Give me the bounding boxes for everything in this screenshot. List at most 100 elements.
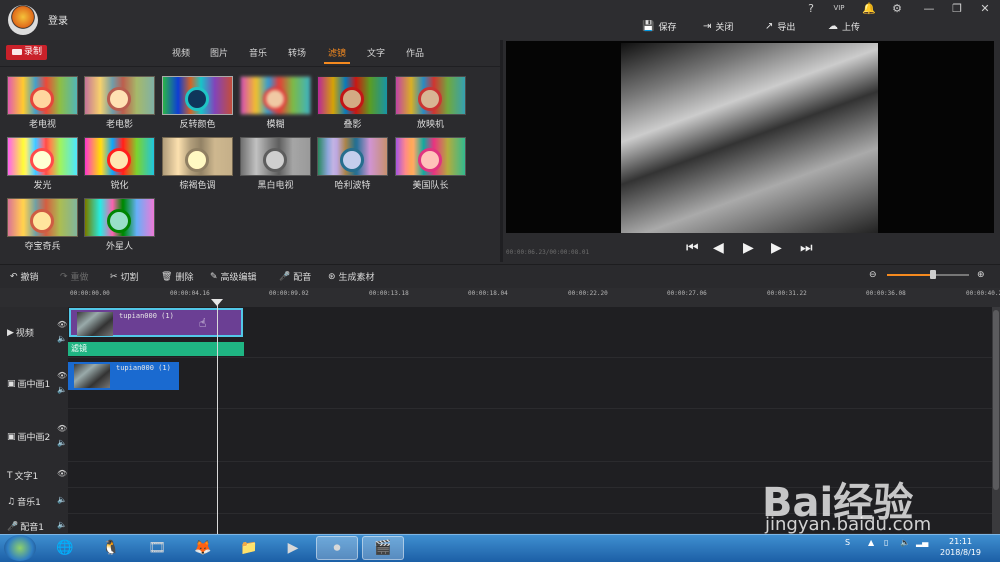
zoom-slider-knob[interactable] bbox=[929, 270, 936, 279]
filter-thumb[interactable] bbox=[395, 137, 466, 176]
tab-filter[interactable]: 滤镜 bbox=[323, 46, 351, 64]
ruler-tick: 00:00:27.06 bbox=[667, 290, 707, 297]
filter-thumb[interactable] bbox=[317, 76, 388, 115]
taskbar-browser-icon[interactable]: 🌐 bbox=[44, 536, 86, 560]
track-name: 配音1 bbox=[20, 523, 44, 533]
skip-back-icon[interactable]: ⏮ bbox=[686, 240, 699, 256]
minimize-icon[interactable]: — bbox=[920, 2, 938, 15]
cut-button[interactable]: ✂ 切割 bbox=[110, 270, 139, 284]
filter-thumb[interactable] bbox=[240, 137, 311, 176]
export-label: 导出 bbox=[777, 22, 796, 33]
filter-thumb[interactable] bbox=[7, 76, 78, 115]
track-label-text1: T 文字1 bbox=[7, 469, 38, 483]
clip-thumbnail bbox=[77, 312, 113, 336]
taskbar-qq-icon[interactable]: 🐧 bbox=[90, 536, 132, 560]
taskbar-firefox-icon[interactable]: 🦊 bbox=[182, 536, 224, 560]
help-icon[interactable]: ? bbox=[802, 2, 820, 15]
pip-clip[interactable]: tupian000 (1) bbox=[68, 362, 179, 390]
start-button[interactable] bbox=[4, 535, 36, 561]
taskbar-folder-icon[interactable]: 📁 bbox=[228, 536, 270, 560]
filter-thumb[interactable] bbox=[84, 198, 155, 237]
eye-icon[interactable]: 👁 bbox=[57, 320, 67, 329]
taskbar-record-icon[interactable]: ⏺ bbox=[316, 536, 358, 560]
filter-label: 夺宝奇兵 bbox=[24, 242, 61, 252]
eye-icon[interactable]: 👁 bbox=[57, 424, 67, 433]
tab-transition[interactable]: 转场 bbox=[288, 46, 306, 59]
advanced-edit-button[interactable]: ✎ 高级编辑 bbox=[210, 270, 257, 284]
play-icon[interactable]: ▶ bbox=[743, 240, 754, 256]
zoom-in-icon[interactable]: ⊕ bbox=[977, 270, 985, 280]
skip-forward-icon[interactable]: ⏭ bbox=[800, 240, 813, 256]
tray-input-icon[interactable]: S bbox=[845, 538, 850, 547]
delete-button[interactable]: 🗑 删除 bbox=[161, 270, 193, 284]
scrollbar-thumb[interactable] bbox=[993, 310, 999, 490]
ruler-tick: 00:00:40.24 bbox=[966, 290, 1000, 297]
upload-button[interactable]: ☁ 上传 bbox=[828, 18, 860, 34]
exit-label: 关闭 bbox=[715, 22, 734, 33]
speaker-icon[interactable]: 🔈 bbox=[57, 520, 67, 529]
pencil-icon: ✎ bbox=[210, 271, 218, 282]
tab-image[interactable]: 图片 bbox=[210, 46, 228, 59]
filter-label: 模糊 bbox=[266, 120, 285, 130]
filter-thumb[interactable] bbox=[395, 76, 466, 115]
filter-label: 反转颜色 bbox=[179, 120, 216, 130]
tray-signal-icon[interactable]: ▂▄ bbox=[916, 538, 928, 547]
record-button[interactable]: 录制 bbox=[6, 45, 47, 60]
taskbar-media-icon[interactable]: 🎞 bbox=[136, 536, 178, 560]
filter-thumb[interactable] bbox=[7, 198, 78, 237]
ruler-tick: 00:00:00.00 bbox=[70, 290, 110, 297]
track-pip2[interactable] bbox=[68, 409, 992, 462]
exit-button[interactable]: ⇥ 关闭 bbox=[703, 18, 733, 34]
redo-button[interactable]: ↷ 重做 bbox=[60, 270, 89, 284]
advanced-edit-label: 高级编辑 bbox=[220, 273, 257, 283]
undo-button[interactable]: ↶ 撤销 bbox=[10, 270, 39, 284]
speaker-icon[interactable]: 🔈 bbox=[57, 334, 67, 343]
close-icon[interactable]: ✕ bbox=[976, 2, 994, 15]
bell-icon[interactable]: 🔔 bbox=[860, 2, 878, 15]
dub-button[interactable]: 🎤 配音 bbox=[279, 270, 312, 284]
zoom-out-icon[interactable]: ⊖ bbox=[869, 270, 877, 280]
speaker-icon[interactable]: 🔈 bbox=[57, 438, 67, 447]
speaker-icon[interactable]: 🔈 bbox=[57, 385, 67, 394]
tray-volume-icon[interactable]: 🔈 bbox=[900, 538, 910, 547]
playhead-line[interactable] bbox=[217, 300, 218, 534]
vip-icon[interactable]: VIP bbox=[830, 4, 848, 12]
tab-music[interactable]: 音乐 bbox=[249, 46, 267, 59]
filter-thumb[interactable] bbox=[84, 137, 155, 176]
filter-label: 棕褐色调 bbox=[179, 181, 216, 191]
generate-button[interactable]: ⊛ 生成素材 bbox=[328, 270, 375, 284]
watermark-url: jingyan.baidu.com bbox=[765, 514, 932, 535]
preview-timecode: 00:00:06.23/00:00:08.01 bbox=[506, 249, 590, 256]
save-button[interactable]: 💾 保存 bbox=[642, 18, 676, 34]
save-label: 保存 bbox=[658, 22, 677, 33]
filter-thumb[interactable] bbox=[84, 76, 155, 115]
panel-splitter[interactable] bbox=[500, 40, 503, 262]
track-pip1[interactable] bbox=[68, 358, 992, 409]
tab-works[interactable]: 作品 bbox=[406, 46, 424, 59]
tray-expand-icon[interactable]: ▲ bbox=[868, 538, 874, 547]
eye-icon[interactable]: 👁 bbox=[57, 371, 67, 380]
upload-icon: ☁ bbox=[828, 20, 838, 32]
playhead-handle[interactable] bbox=[211, 299, 223, 306]
filter-label: 哈利波特 bbox=[334, 181, 371, 191]
step-back-icon[interactable]: ◀ bbox=[713, 240, 724, 256]
gear-icon[interactable]: ⚙ bbox=[888, 2, 906, 15]
filter-thumb[interactable] bbox=[162, 76, 233, 115]
eye-icon[interactable]: 👁 bbox=[57, 469, 67, 478]
taskbar-clock[interactable]: 21:11 2018/8/19 bbox=[940, 536, 981, 558]
filter-thumb[interactable] bbox=[162, 137, 233, 176]
export-button[interactable]: ↗ 导出 bbox=[765, 18, 795, 34]
tab-video[interactable]: 视频 bbox=[172, 46, 190, 59]
tab-text[interactable]: 文字 bbox=[367, 46, 385, 59]
filter-thumb[interactable] bbox=[240, 76, 311, 115]
step-forward-icon[interactable]: ▶ bbox=[771, 240, 782, 256]
filter-thumb[interactable] bbox=[317, 137, 388, 176]
speaker-icon[interactable]: 🔈 bbox=[57, 495, 67, 504]
login-link[interactable]: 登录 bbox=[48, 12, 68, 27]
tray-network-icon[interactable]: ▯ bbox=[884, 538, 888, 547]
dub-label: 配音 bbox=[293, 273, 312, 283]
restore-icon[interactable]: ❐ bbox=[948, 2, 966, 15]
taskbar-editor-icon[interactable]: 🎬 bbox=[362, 536, 404, 560]
taskbar-app-icon[interactable]: ▶ bbox=[272, 536, 314, 560]
filter-thumb[interactable] bbox=[7, 137, 78, 176]
